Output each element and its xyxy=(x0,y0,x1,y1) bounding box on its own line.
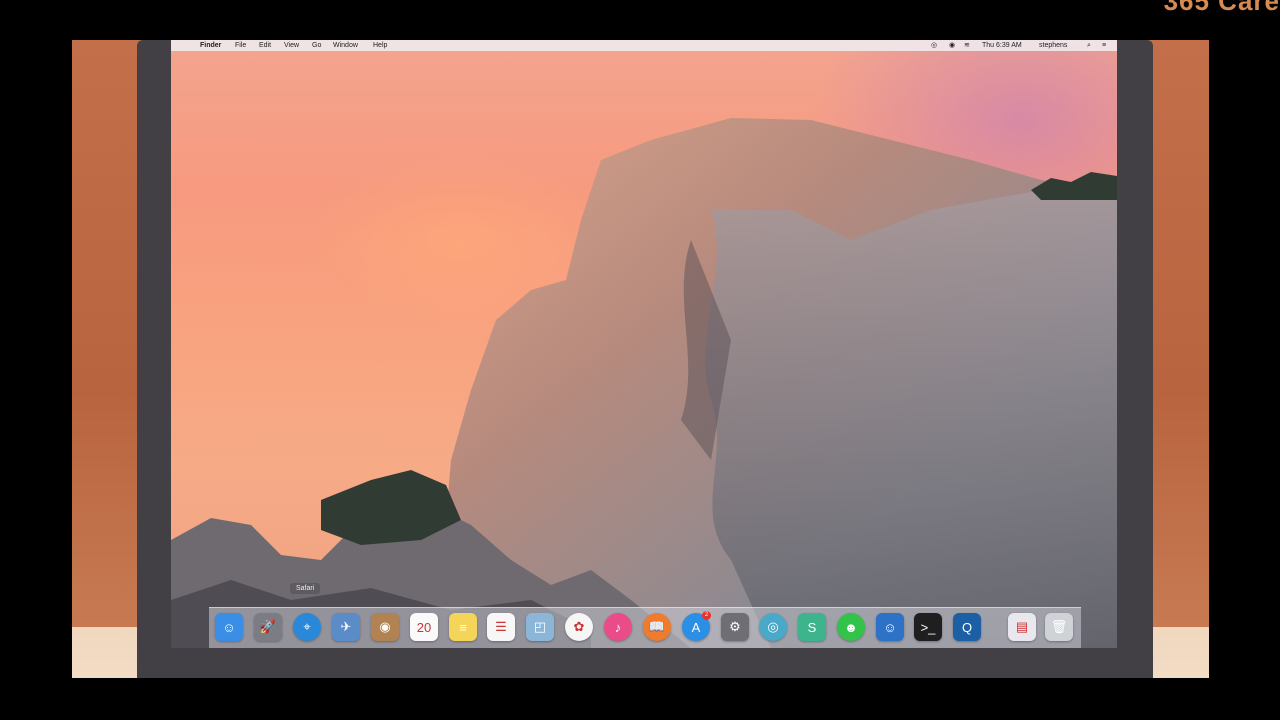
menu-help[interactable]: Help xyxy=(373,41,387,50)
dock-mail-icon[interactable]: ✈ xyxy=(332,613,360,641)
wifi-icon[interactable]: ≋ xyxy=(964,41,970,50)
dock-documents-icon[interactable]: ▤ xyxy=(1008,613,1036,641)
dock-terminal-icon[interactable]: >_ xyxy=(914,613,942,641)
dock-finder-alt-icon[interactable]: ☺ xyxy=(876,613,904,641)
dock-launchpad-icon[interactable]: 🚀 xyxy=(254,613,282,641)
dock-android-manager-icon[interactable]: ☻ xyxy=(837,613,865,641)
menu-user[interactable]: stephens xyxy=(1039,41,1067,50)
spotlight-search-icon[interactable]: ⌕ xyxy=(1087,41,1091,50)
dock-photos-icon[interactable]: ✿ xyxy=(565,613,593,641)
menu-view[interactable]: View xyxy=(284,41,299,50)
record-icon[interactable]: ◉ xyxy=(949,41,955,50)
dock-safari-icon[interactable]: ⌖ xyxy=(293,613,321,641)
dock-preview-icon[interactable]: ◰ xyxy=(526,613,554,641)
dock-quicktime-icon[interactable]: Q xyxy=(953,613,981,641)
app-store-badge: 2 xyxy=(702,611,711,620)
dock-tooltip: Safari xyxy=(290,583,321,594)
dock-finder-icon[interactable]: ☺ xyxy=(215,613,243,641)
watermark-logo: 365 Care xyxy=(1163,0,1280,16)
notification-center-icon[interactable]: ≡ xyxy=(1102,41,1106,50)
dock-contacts-icon[interactable]: ◉ xyxy=(371,613,399,641)
menu-clock[interactable]: Thu 6:39 AM xyxy=(982,41,1022,50)
dock-reminders-icon[interactable]: ☰ xyxy=(487,613,515,641)
menu-go[interactable]: Go xyxy=(312,41,321,50)
desktop-screen: Finder File Edit View Go Window Help ◎ ◉… xyxy=(171,40,1117,648)
screen-recording-icon[interactable]: ◎ xyxy=(931,41,937,50)
dock-slack-icon[interactable]: S xyxy=(798,613,826,641)
menu-edit[interactable]: Edit xyxy=(259,41,271,50)
dock-itunes-icon[interactable]: ♪ xyxy=(604,613,632,641)
dock-system-preferences-icon[interactable]: ⚙ xyxy=(721,613,749,641)
wallpaper-half-dome xyxy=(171,118,1117,648)
menu-bar: Finder File Edit View Go Window Help ◎ ◉… xyxy=(171,40,1117,51)
dock-sync-icon[interactable]: ◎ xyxy=(759,613,787,641)
dock-notes-icon[interactable]: ≡ xyxy=(449,613,477,641)
menu-file[interactable]: File xyxy=(235,41,246,50)
menu-app-name[interactable]: Finder xyxy=(200,41,221,50)
dock-calendar-icon[interactable]: 20 xyxy=(410,613,438,641)
dock-ibooks-icon[interactable]: 📖 xyxy=(643,613,671,641)
menu-window[interactable]: Window xyxy=(333,41,358,50)
dock-trash-icon[interactable]: 🗑 xyxy=(1045,613,1073,641)
